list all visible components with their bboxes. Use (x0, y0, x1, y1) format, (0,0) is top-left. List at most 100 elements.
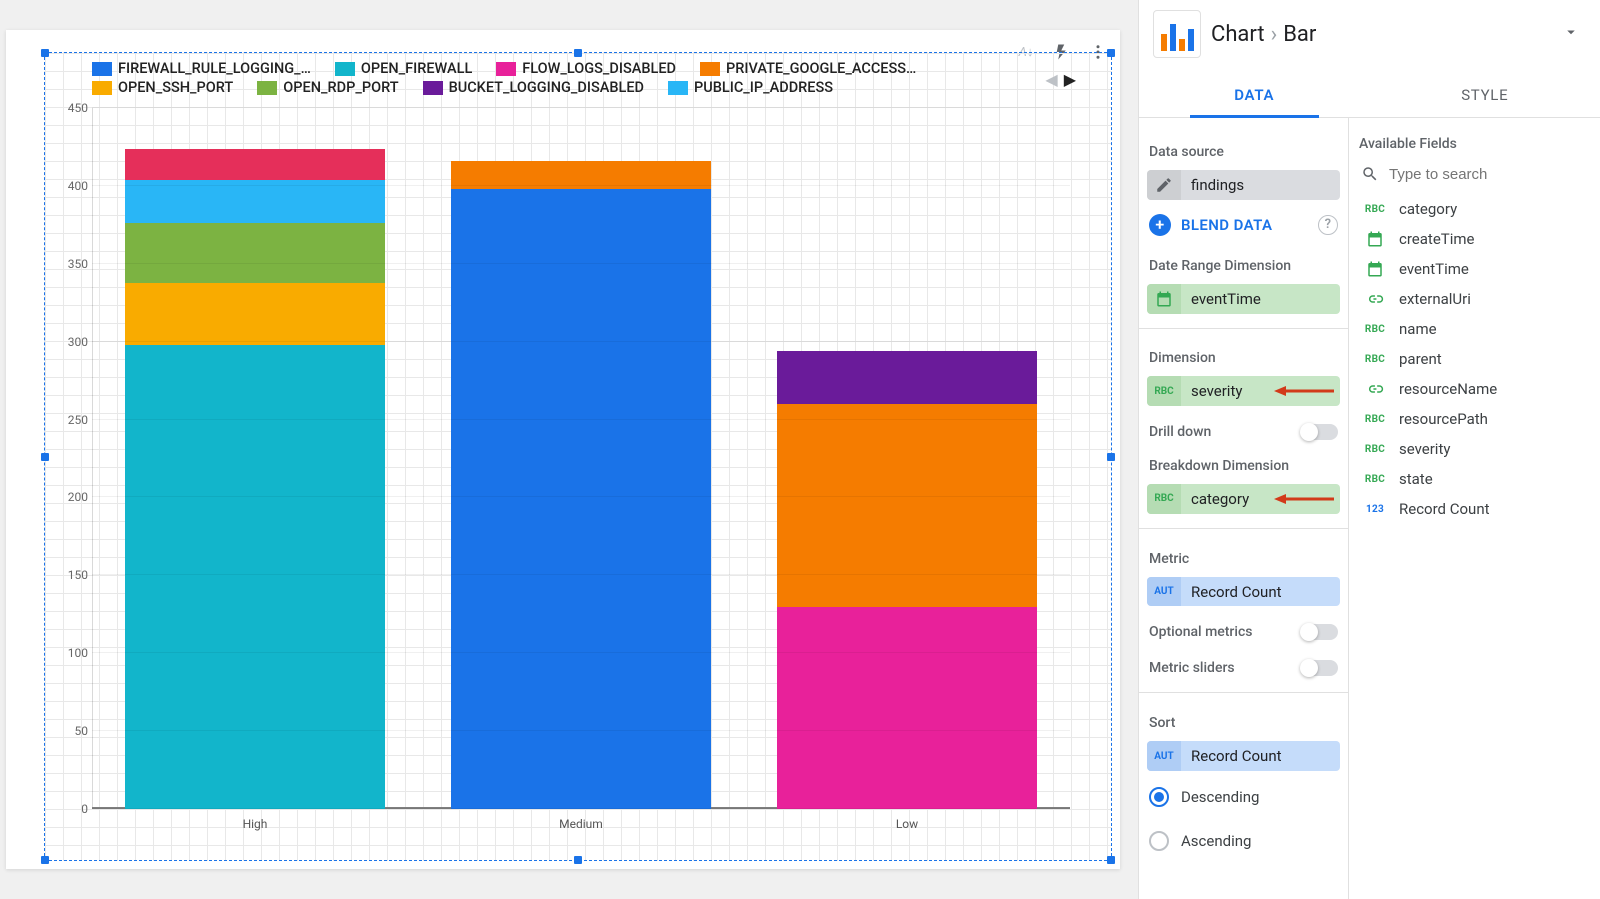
segment (777, 607, 1038, 810)
plus-icon: + (1149, 214, 1171, 236)
bar-medium[interactable]: Medium (418, 108, 744, 809)
y-tick-label: 100 (52, 646, 88, 660)
search-icon (1361, 165, 1379, 183)
segment (777, 351, 1038, 404)
chart-plot-area: 050100150200250300350400450 HighMediumLo… (92, 108, 1070, 809)
y-gridline (92, 341, 1070, 342)
x-axis-label: High (92, 817, 418, 831)
field-name[interactable]: RBCname (1357, 314, 1592, 344)
breadcrumb-root[interactable]: Chart (1211, 22, 1265, 47)
label-drill-down: Drill down (1149, 424, 1211, 440)
legend-swatch (92, 81, 112, 95)
breadcrumb-leaf[interactable]: Bar (1283, 22, 1316, 47)
bar-low[interactable]: Low (744, 108, 1070, 809)
legend-item[interactable]: FLOW_LOGS_DISABLED (496, 60, 676, 77)
radio-icon (1149, 831, 1169, 851)
available-fields-column: Available Fields RBCcategory createTime ev… (1349, 118, 1600, 899)
segment (125, 283, 386, 345)
data-source-name: findings (1181, 176, 1340, 194)
field-label: severity (1399, 440, 1450, 458)
label-optional-metrics: Optional metrics (1149, 624, 1252, 640)
legend-item[interactable]: OPEN_RDP_PORT (257, 79, 398, 96)
data-source-chip[interactable]: findings (1147, 170, 1340, 200)
tab-style[interactable]: STYLE (1370, 72, 1600, 117)
field-externaluri[interactable]: externalUri (1357, 284, 1592, 314)
y-tick-label: 400 (52, 179, 88, 193)
field-search-input[interactable] (1389, 162, 1588, 187)
field-parent[interactable]: RBCparent (1357, 344, 1592, 374)
field-label: category (1399, 200, 1457, 218)
legend-prev-icon[interactable]: ◀ (1045, 70, 1057, 89)
legend-next-icon[interactable]: ▶ (1064, 70, 1076, 89)
legend-item[interactable]: OPEN_FIREWALL (335, 60, 472, 77)
legend-swatch (423, 81, 443, 95)
dimension-chip[interactable]: RBC severity (1147, 376, 1340, 406)
optional-metrics-toggle[interactable] (1302, 624, 1338, 640)
legend-item[interactable]: PRIVATE_GOOGLE_ACCESS… (700, 60, 916, 77)
y-gridline (92, 419, 1070, 420)
bar-stack (451, 108, 712, 809)
help-icon[interactable]: ? (1318, 215, 1338, 235)
bar-high[interactable]: High (92, 108, 418, 809)
chart-card[interactable]: A↓ FIREWALL_RULE_LOGGING_…OPEN_FIREWALLF… (6, 30, 1120, 869)
field-search[interactable] (1357, 154, 1592, 194)
pencil-icon (1147, 170, 1181, 200)
label-available-fields: Available Fields (1359, 136, 1590, 152)
sort-chip[interactable]: AUT Record Count (1147, 741, 1340, 771)
data-config-column: Data source findings + BLEND DATA ? Date… (1139, 118, 1349, 899)
blend-data-button[interactable]: + BLEND DATA ? (1149, 214, 1338, 236)
legend-label: PRIVATE_GOOGLE_ACCESS… (726, 60, 916, 77)
y-gridline (92, 263, 1070, 264)
segment (777, 404, 1038, 607)
field-label: Record Count (1399, 500, 1490, 518)
y-tick-label: 150 (52, 568, 88, 582)
chevron-right-icon: › (1271, 22, 1278, 47)
field-label: resourcePath (1399, 410, 1488, 428)
abc-type-icon: RBC (1147, 376, 1181, 406)
field-record-count[interactable]: 123Record Count (1357, 494, 1592, 524)
legend-swatch (700, 62, 720, 76)
legend-item[interactable]: OPEN_SSH_PORT (92, 79, 233, 96)
tab-data[interactable]: DATA (1139, 72, 1370, 117)
more-vert-icon[interactable] (1084, 38, 1112, 66)
field-label: state (1399, 470, 1433, 488)
legend-label: OPEN_FIREWALL (361, 60, 472, 77)
y-tick-label: 0 (52, 802, 88, 816)
field-label: externalUri (1399, 290, 1471, 308)
sort-ascending-radio[interactable]: Ascending (1149, 831, 1338, 851)
field-label: createTime (1399, 230, 1474, 248)
canvas-area[interactable]: A↓ FIREWALL_RULE_LOGGING_…OPEN_FIREWALLF… (0, 0, 1138, 899)
field-resourcename[interactable]: resourceName (1357, 374, 1592, 404)
metric-chip[interactable]: AUT Record Count (1147, 577, 1340, 607)
y-tick-label: 50 (52, 724, 88, 738)
y-tick-label: 450 (52, 101, 88, 115)
y-gridline (92, 730, 1070, 731)
metric-sliders-toggle[interactable] (1302, 660, 1338, 676)
field-label: name (1399, 320, 1437, 338)
bolt-icon[interactable] (1048, 38, 1076, 66)
field-state[interactable]: RBCstate (1357, 464, 1592, 494)
legend-item[interactable]: FIREWALL_RULE_LOGGING_… (92, 60, 311, 77)
segment (451, 189, 712, 809)
field-category[interactable]: RBCcategory (1357, 194, 1592, 224)
y-tick-label: 350 (52, 257, 88, 271)
drill-down-toggle[interactable] (1302, 424, 1338, 440)
field-resourcepath[interactable]: RBCresourcePath (1357, 404, 1592, 434)
legend-item[interactable]: BUCKET_LOGGING_DISABLED (423, 79, 644, 96)
y-gridline (92, 652, 1070, 653)
expand-icon[interactable] (1562, 23, 1580, 45)
sort-descending-radio[interactable]: Descending (1149, 787, 1338, 807)
legend-label: OPEN_SSH_PORT (118, 79, 233, 96)
date-range-chip[interactable]: eventTime (1147, 284, 1340, 314)
field-severity[interactable]: RBCseverity (1357, 434, 1592, 464)
breakdown-chip[interactable]: RBC category (1147, 484, 1340, 514)
field-eventtime[interactable]: eventTime (1357, 254, 1592, 284)
label-data-source: Data source (1149, 144, 1338, 160)
legend-item[interactable]: PUBLIC_IP_ADDRESS (668, 79, 833, 96)
legend-label: OPEN_RDP_PORT (283, 79, 398, 96)
field-createtime[interactable]: createTime (1357, 224, 1592, 254)
legend-pager[interactable]: ◀ ▶ (1045, 70, 1076, 89)
legend-label: FLOW_LOGS_DISABLED (522, 60, 676, 77)
y-gridline (92, 107, 1070, 108)
chart-type-icon[interactable] (1153, 10, 1201, 58)
